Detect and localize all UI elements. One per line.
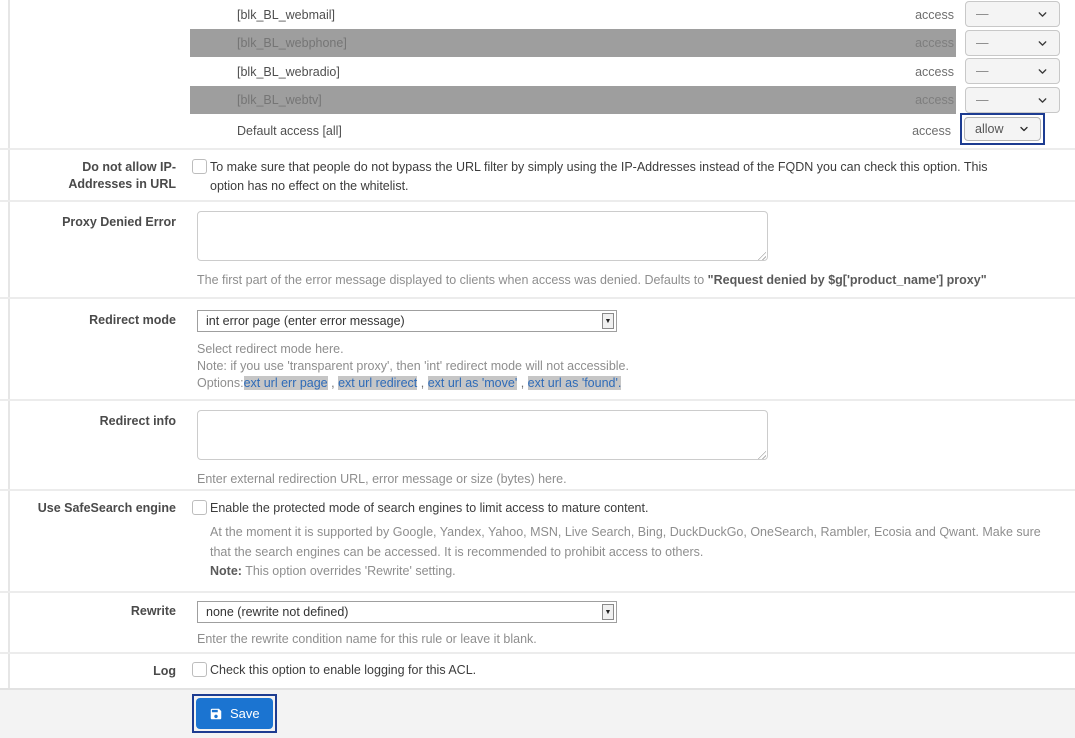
field-label-proxy-denied-error: Proxy Denied Error xyxy=(0,202,176,297)
redirect-mode-select[interactable]: int error page (enter error message) ▼ xyxy=(197,310,617,332)
chevron-down-icon xyxy=(1036,37,1049,50)
section-safesearch: Use SafeSearch engine Enable the protect… xyxy=(0,489,1075,591)
section-redirect-mode: Redirect mode int error page (enter erro… xyxy=(0,297,1075,399)
hint-text: The first part of the error message disp… xyxy=(197,273,708,287)
access-row-default: Default access [all] access allow xyxy=(0,114,1075,148)
safesearch-description: Enable the protected mode of search engi… xyxy=(210,499,648,518)
safesearch-note: Note: This option overrides 'Rewrite' se… xyxy=(210,562,1075,582)
note-label: Note: xyxy=(210,564,242,578)
access-label: access xyxy=(912,124,951,138)
field-label-line1: Do not allow IP- xyxy=(0,159,176,176)
access-dropdown-webmail[interactable]: — xyxy=(965,1,1060,27)
rule-label: Default access [all] xyxy=(237,124,342,138)
field-label-rewrite: Rewrite xyxy=(0,593,176,652)
save-button[interactable]: Save xyxy=(196,698,273,729)
proxy-denied-error-textarea[interactable] xyxy=(197,211,768,261)
footer-bar: Save xyxy=(0,688,1075,738)
proxy-denied-error-hint: The first part of the error message disp… xyxy=(197,272,1075,289)
section-log: Log Check this option to enable logging … xyxy=(0,652,1075,688)
field-label-ip-url: Do not allow IP- Addresses in URL xyxy=(0,150,176,200)
rule-label: [blk_BL_webtv] xyxy=(237,93,322,107)
focused-dropdown-outline: allow xyxy=(960,113,1045,145)
field-label-redirect-mode: Redirect mode xyxy=(0,299,176,399)
save-button-label: Save xyxy=(230,706,260,721)
access-dropdown-webtv[interactable]: — xyxy=(965,87,1060,113)
redirect-mode-options-line: Options:ext url err page , ext url redir… xyxy=(197,375,1075,392)
access-dropdown-value: — xyxy=(976,7,989,21)
save-icon xyxy=(209,707,223,721)
access-row-webmail: [blk_BL_webmail] access — xyxy=(0,0,1075,29)
section-proxy-denied-error: Proxy Denied Error The first part of the… xyxy=(0,200,1075,297)
field-label-redirect-info: Redirect info xyxy=(0,401,176,489)
access-label: access xyxy=(915,36,954,50)
access-row-webphone: [blk_BL_webphone] access — xyxy=(0,29,1075,57)
redirect-mode-hint2: Note: if you use 'transparent proxy', th… xyxy=(197,358,1075,375)
field-label-safesearch: Use SafeSearch engine xyxy=(0,491,176,591)
rewrite-hint: Enter the rewrite condition name for thi… xyxy=(197,631,1075,648)
access-label: access xyxy=(915,8,954,22)
log-description: Check this option to enable logging for … xyxy=(210,661,476,680)
access-rules-list: [blk_BL_webmail] access — [blk_BL_webpho… xyxy=(0,0,1075,148)
option-link-ext-url-as-move[interactable]: ext url as 'move' xyxy=(428,376,518,390)
option-link-ext-url-redirect[interactable]: ext url redirect xyxy=(338,376,417,390)
url-filter-acl-settings-page: [blk_BL_webmail] access — [blk_BL_webpho… xyxy=(0,0,1075,738)
section-redirect-info: Redirect info Enter external redirection… xyxy=(0,399,1075,489)
section-ip-url: Do not allow IP- Addresses in URL To mak… xyxy=(0,148,1075,200)
access-dropdown-value: — xyxy=(976,93,989,107)
ip-url-description: To make sure that people do not bypass t… xyxy=(210,158,1022,196)
rule-label: [blk_BL_webmail] xyxy=(237,8,335,22)
save-button-focus-outline: Save xyxy=(192,694,277,733)
rewrite-select[interactable]: none (rewrite not defined) ▼ xyxy=(197,601,617,623)
option-link-ext-url-err-page[interactable]: ext url err page xyxy=(244,376,328,390)
access-label: access xyxy=(915,93,954,107)
access-row-webradio: [blk_BL_webradio] access — xyxy=(0,57,1075,86)
log-checkbox[interactable] xyxy=(192,662,207,677)
redirect-info-textarea[interactable] xyxy=(197,410,768,460)
section-rewrite: Rewrite none (rewrite not defined) ▼ Ent… xyxy=(0,591,1075,652)
rule-label: [blk_BL_webphone] xyxy=(237,36,347,50)
note-text: This option overrides 'Rewrite' setting. xyxy=(242,564,456,578)
safesearch-checkbox[interactable] xyxy=(192,500,207,515)
option-separator: , xyxy=(417,376,427,390)
option-separator: , xyxy=(517,376,527,390)
default-access-dropdown[interactable]: allow xyxy=(964,117,1041,141)
access-row-webtv: [blk_BL_webtv] access — xyxy=(0,86,1075,114)
chevron-down-icon xyxy=(1036,94,1049,107)
redirect-mode-selected-value: int error page (enter error message) xyxy=(206,314,405,328)
rule-label: [blk_BL_webradio] xyxy=(237,65,340,79)
access-dropdown-webphone[interactable]: — xyxy=(965,30,1060,56)
options-label: Options: xyxy=(197,376,244,390)
ip-url-checkbox[interactable] xyxy=(192,159,207,174)
field-label-line2: Addresses in URL xyxy=(0,176,176,193)
select-arrow-icon: ▼ xyxy=(602,313,614,329)
access-dropdown-value: — xyxy=(976,64,989,78)
access-dropdown-value: allow xyxy=(975,122,1004,136)
field-label-log: Log xyxy=(0,654,176,688)
access-dropdown-value: — xyxy=(976,36,989,50)
hint-default-value: "Request denied by $g['product_name'] pr… xyxy=(708,273,987,287)
safesearch-hint: At the moment it is supported by Google,… xyxy=(210,523,1045,562)
access-label: access xyxy=(915,65,954,79)
rewrite-selected-value: none (rewrite not defined) xyxy=(206,605,348,619)
select-arrow-icon: ▼ xyxy=(602,604,614,620)
redirect-mode-hint1: Select redirect mode here. xyxy=(197,341,1075,358)
chevron-down-icon xyxy=(1036,8,1049,21)
access-dropdown-webradio[interactable]: — xyxy=(965,58,1060,84)
redirect-info-hint: Enter external redirection URL, error me… xyxy=(197,471,1075,488)
chevron-down-icon xyxy=(1018,123,1030,135)
chevron-down-icon xyxy=(1036,65,1049,78)
option-link-ext-url-as-found[interactable]: ext url as 'found'. xyxy=(528,376,622,390)
option-separator: , xyxy=(328,376,338,390)
